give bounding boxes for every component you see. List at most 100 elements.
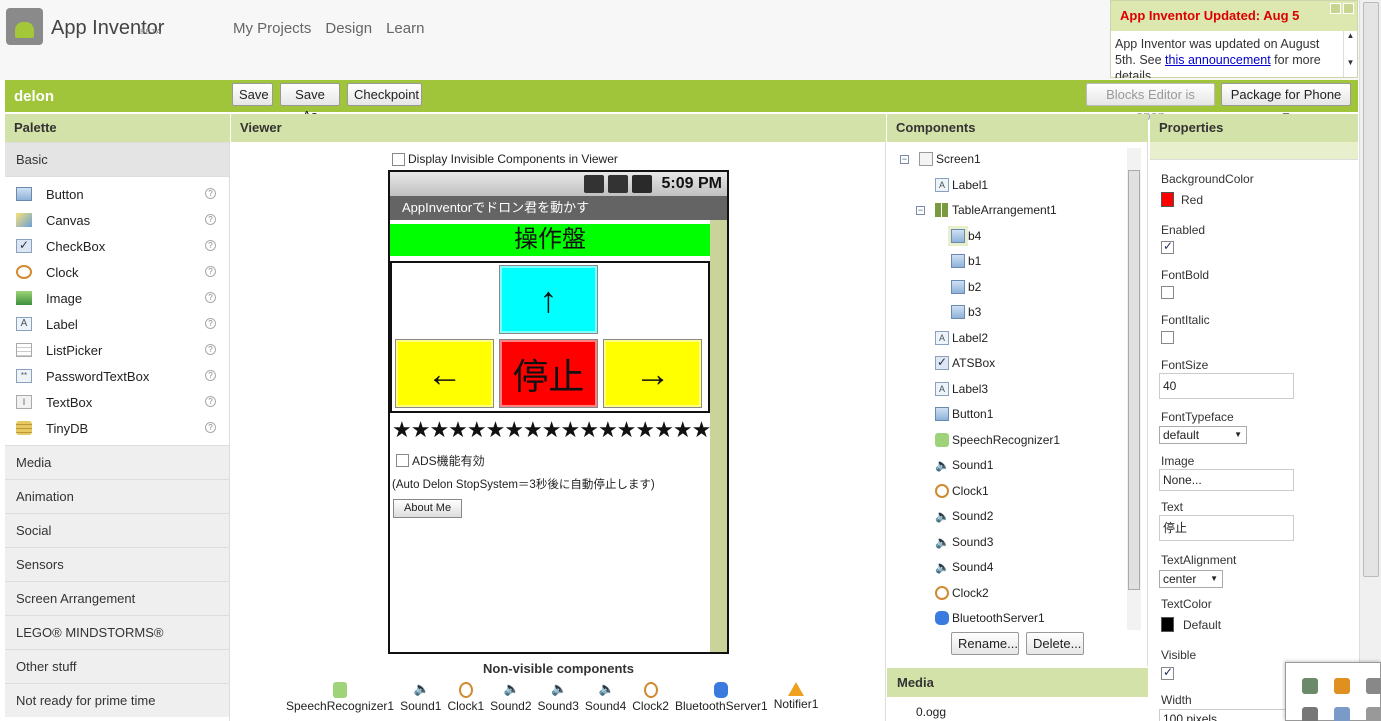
nonvisible-clock2[interactable]: Clock2 (629, 682, 672, 713)
palette-item-image[interactable]: Image? (5, 285, 229, 311)
tree-sound2[interactable]: 🔈 Sound2 (935, 505, 993, 527)
prop-backgroundcolor-value[interactable]: Red (1181, 193, 1203, 207)
atsbox-preview[interactable]: ADS機能有効 (396, 452, 485, 469)
media-item[interactable]: 0.ogg (916, 705, 946, 719)
fonttypeface-select[interactable]: default ▼ (1159, 426, 1247, 444)
palette-section-media[interactable]: Media (5, 445, 229, 479)
tray-extra-icon[interactable] (1366, 707, 1381, 721)
tree-label2[interactable]: A Label2 (935, 327, 988, 349)
palette-section-lego[interactable]: LEGO® MINDSTORMS® (5, 615, 229, 649)
tree-button1[interactable]: Button1 (935, 403, 993, 425)
nonvisible-bluetoothserver[interactable]: BluetoothServer1 (672, 682, 771, 713)
textcolor-swatch[interactable] (1161, 617, 1174, 632)
nonvisible-sound1[interactable]: 🔈 Sound1 (397, 682, 444, 714)
nonvisible-speechrecognizer[interactable]: SpeechRecognizer1 (283, 682, 397, 713)
palette-section-basic[interactable]: Basic (5, 142, 229, 176)
b3-right-button[interactable]: → (603, 339, 702, 408)
help-icon[interactable]: ? (205, 214, 216, 225)
display-invisible-option[interactable]: Display Invisible Components in Viewer (392, 152, 618, 166)
save-as-button[interactable]: Save As (280, 83, 340, 123)
tablearrangement1-preview[interactable]: ↑ ← 停止 → (390, 261, 710, 413)
backgroundcolor-swatch[interactable] (1161, 192, 1174, 207)
device-icon[interactable] (1302, 707, 1318, 721)
b2-stop-button[interactable]: 停止 (499, 339, 598, 408)
palette-section-not-ready[interactable]: Not ready for prime time (5, 683, 229, 717)
save-button[interactable]: Save (232, 83, 273, 106)
palette-item-passwordtextbox[interactable]: ** PasswordTextBox? (5, 363, 229, 389)
nonvisible-sound2[interactable]: 🔈 Sound2 (487, 682, 534, 714)
collapse-tablearrangement-icon[interactable]: − (916, 206, 925, 215)
nonvisible-sound4[interactable]: 🔈 Sound4 (582, 682, 629, 714)
display-invisible-checkbox[interactable] (392, 152, 405, 166)
notice-collapse-icon[interactable] (1330, 3, 1341, 14)
label3-note[interactable]: (Auto Delon StopSystem＝3秒後に自動停止します) (392, 476, 655, 492)
package-for-phone-button[interactable]: Package for Phone ▾ (1221, 83, 1351, 123)
blocks-editor-button[interactable]: Blocks Editor is open (1086, 83, 1215, 123)
width-input[interactable]: 100 pixels (1159, 709, 1294, 721)
notice-scrollbar[interactable]: ▲ ▼ (1343, 31, 1357, 77)
fontitalic-checkbox[interactable] (1161, 331, 1174, 344)
help-icon[interactable]: ? (205, 292, 216, 303)
nav-my-projects[interactable]: My Projects (233, 20, 311, 37)
about-me-button[interactable]: About Me (393, 499, 463, 518)
help-icon[interactable]: ? (205, 240, 216, 251)
collapse-screen1-icon[interactable]: − (900, 155, 909, 164)
palette-item-button[interactable]: Button? (5, 181, 229, 207)
app-logo[interactable]: App Inventor (6, 8, 164, 45)
palette-item-tinydb[interactable]: TinyDB? (5, 415, 229, 441)
components-scrollbar[interactable] (1127, 148, 1141, 630)
tree-b1[interactable]: b1 (951, 250, 981, 272)
palette-section-social[interactable]: Social (5, 513, 229, 547)
help-icon[interactable]: ? (205, 422, 216, 433)
components-scroll-thumb[interactable] (1128, 170, 1140, 590)
usb-icon[interactable] (1302, 678, 1318, 694)
nonvisible-sound3[interactable]: 🔈 Sound3 (535, 682, 582, 714)
visible-checkbox[interactable] (1161, 665, 1174, 680)
notice-minimize-icon[interactable] (1343, 3, 1354, 14)
tree-label1[interactable]: A Label1 (935, 174, 988, 196)
label1-preview[interactable]: 操作盤 (390, 224, 710, 256)
palette-item-clock[interactable]: Clock? (5, 259, 229, 285)
help-icon[interactable]: ? (205, 344, 216, 355)
tree-sound3[interactable]: 🔈 Sound3 (935, 531, 993, 553)
help-icon[interactable]: ? (205, 370, 216, 381)
help-icon[interactable]: ? (205, 396, 216, 407)
image-picker[interactable]: None... (1159, 469, 1294, 491)
help-icon[interactable]: ? (205, 188, 216, 199)
nav-design[interactable]: Design (325, 20, 372, 37)
palette-item-checkbox[interactable]: ✓ CheckBox? (5, 233, 229, 259)
help-icon[interactable]: ? (205, 266, 216, 277)
nonvisible-notifier[interactable]: Notifier1 (771, 682, 822, 713)
announcement-link[interactable]: this announcement (1165, 53, 1271, 67)
palette-item-textbox[interactable]: I TextBox? (5, 389, 229, 415)
b1-left-button[interactable]: ← (395, 339, 494, 408)
palette-section-other[interactable]: Other stuff (5, 649, 229, 683)
network-icon[interactable] (1334, 678, 1350, 694)
tree-screen1[interactable]: Screen1 (919, 148, 981, 170)
tree-atsbox[interactable]: ✓ ATSBox (935, 352, 995, 374)
tree-b3[interactable]: b3 (951, 301, 981, 323)
ads-checkbox[interactable] (396, 454, 409, 467)
tree-b2[interactable]: b2 (951, 276, 981, 298)
page-scroll-thumb[interactable] (1363, 2, 1379, 577)
textalignment-select[interactable]: center ▼ (1159, 570, 1223, 588)
text-input[interactable]: 停止 (1159, 515, 1294, 541)
checkpoint-button[interactable]: Checkpoint (347, 83, 422, 106)
prop-textcolor-value[interactable]: Default (1183, 618, 1221, 632)
palette-item-canvas[interactable]: Canvas? (5, 207, 229, 233)
fontsize-input[interactable]: 40 (1159, 373, 1294, 399)
tree-b4[interactable]: b4 (951, 225, 981, 247)
tree-bluetoothserver1[interactable]: BluetoothServer1 (935, 607, 1045, 629)
tree-sound4[interactable]: 🔈 Sound4 (935, 556, 993, 578)
rename-button[interactable]: Rename... (951, 632, 1019, 655)
b4-up-button[interactable]: ↑ (499, 265, 598, 334)
palette-section-screen-arrangement[interactable]: Screen Arrangement (5, 581, 229, 615)
volume-icon[interactable] (1366, 678, 1381, 694)
display-icon[interactable] (1334, 707, 1350, 721)
tree-clock2[interactable]: Clock2 (935, 582, 989, 604)
tree-tablearrangement1[interactable]: TableArrangement1 (935, 199, 1057, 221)
palette-item-listpicker[interactable]: ListPicker? (5, 337, 229, 363)
nonvisible-clock1[interactable]: Clock1 (444, 682, 487, 713)
fontbold-checkbox[interactable] (1161, 286, 1174, 299)
delete-button[interactable]: Delete... (1026, 632, 1084, 655)
